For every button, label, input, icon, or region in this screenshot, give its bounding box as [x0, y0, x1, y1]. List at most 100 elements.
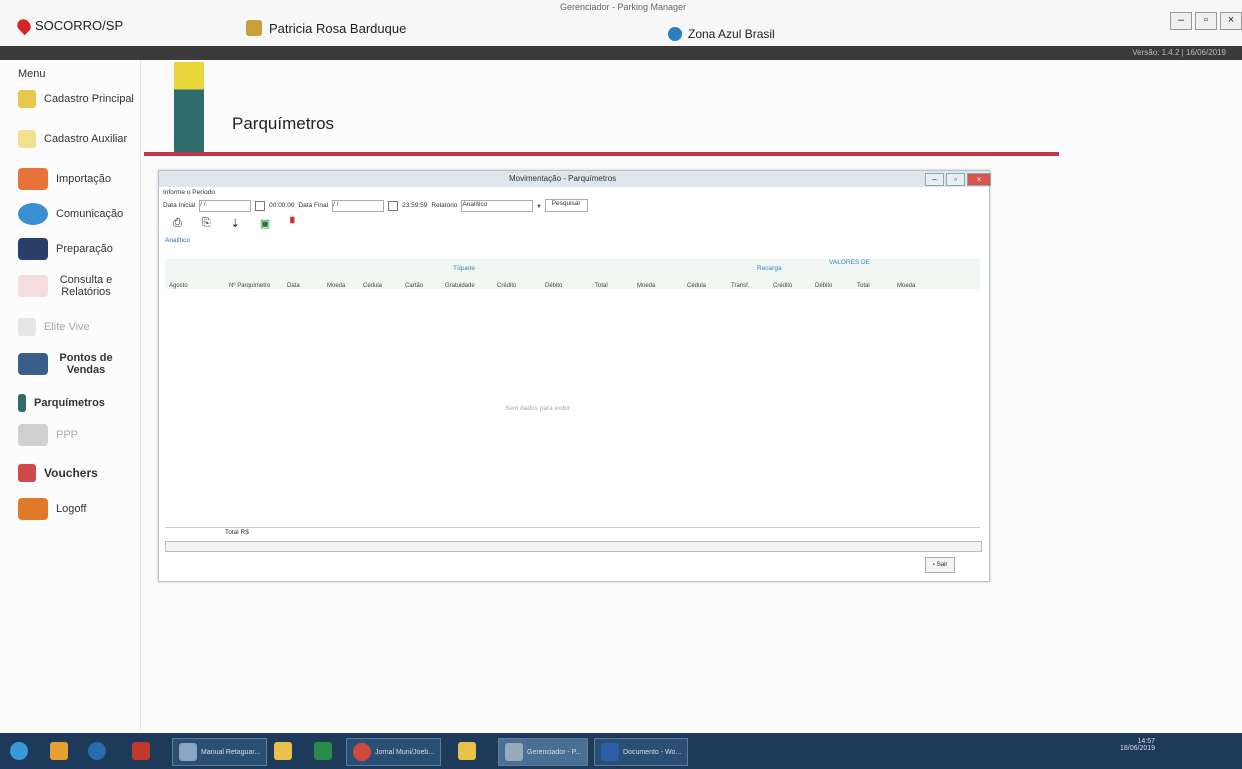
print-icon[interactable]: ⎙: [173, 217, 182, 230]
taskbar-app[interactable]: [132, 738, 150, 764]
app-title: Gerenciador - Parking Manager: [560, 2, 687, 12]
sidebar-item-preparacao[interactable]: Preparação: [18, 238, 113, 260]
ppp-icon: [18, 424, 48, 446]
sidebar-item-comunicacao[interactable]: Comunicação: [18, 203, 123, 225]
word-icon: [601, 743, 619, 761]
empty-grid-text: Sem dados para exibir: [505, 405, 571, 412]
sidebar-item-consulta-relatorios[interactable]: Consulta e Relatórios: [18, 274, 128, 298]
sidebar-item-label: Comunicação: [56, 208, 124, 220]
sidebar-item-cadastro-principal[interactable]: Cadastro Principal: [18, 90, 134, 108]
start-button[interactable]: [10, 738, 28, 764]
exit-button-label: Sair: [936, 562, 948, 568]
excel-icon[interactable]: ▣: [260, 217, 270, 230]
sidebar-item-label: Elite Vive: [44, 321, 90, 333]
taskbar-window-active[interactable]: Gerenciador - P...: [498, 738, 589, 766]
report-select[interactable]: Analítico: [461, 199, 534, 212]
sidebar-menu: Menu Cadastro Principal Cadastro Auxilia…: [0, 60, 141, 730]
taskbar-app[interactable]: [314, 738, 332, 764]
sidebar-item-label: Pontos de Vendas: [59, 352, 113, 376]
total-label: Total R$: [225, 529, 249, 536]
sidebar-item-label: PPP: [56, 429, 79, 441]
sidebar-item-label: Vouchers: [44, 466, 98, 480]
time-end-field[interactable]: 23:59:59: [402, 202, 427, 209]
app-icon: [132, 742, 150, 760]
company-logo-icon: [668, 27, 682, 41]
horizontal-scrollbar[interactable]: [165, 541, 982, 552]
taskbar-window[interactable]: Manual Retaguar...: [172, 738, 268, 766]
minimize-button[interactable]: –: [1170, 12, 1192, 30]
time-start-field[interactable]: 00:00:00: [269, 202, 294, 209]
title-bar: SOCORRO/SP Patricia Rosa Barduque Gerenc…: [0, 0, 1242, 46]
sidebar-item-elite-vive[interactable]: Elite Vive: [18, 318, 90, 336]
export-icon[interactable]: ⇣: [231, 217, 240, 230]
grid-footer: Total R$: [165, 527, 980, 538]
sidebar-item-vouchers[interactable]: Vouchers: [18, 464, 98, 482]
dialog-minimize-button[interactable]: –: [925, 173, 944, 186]
location-pin-icon: [14, 16, 34, 35]
exit-button[interactable]: ▪ Sair: [925, 557, 955, 573]
header-divider: [144, 152, 1059, 156]
company-name: Zona Azul Brasil: [688, 27, 775, 41]
maximize-button[interactable]: ▫: [1195, 12, 1217, 30]
page-title: Parquímetros: [232, 114, 335, 133]
city-label: SOCORRO/SP: [14, 16, 124, 35]
media-icon: [50, 742, 68, 760]
status-strip: Versão: 1.4.2 | 16/06/2019: [0, 46, 1242, 60]
taskbar-app[interactable]: [88, 738, 106, 764]
calendar-icon[interactable]: [388, 200, 399, 211]
sidebar-item-importacao[interactable]: Importação: [18, 168, 111, 190]
taskbar-window[interactable]: Jornal Muni/Joeb...: [346, 738, 442, 766]
filter-row: Data Inicial / / 00:00:00 Data Final / /…: [163, 199, 588, 212]
taskbar-app[interactable]: [458, 738, 476, 764]
sidebar-item-logoff[interactable]: Logoff: [18, 498, 86, 520]
taskbar-app[interactable]: [50, 738, 68, 764]
group-header-tiquete: Tíquete: [453, 265, 476, 272]
sidebar-item-label: Consulta e Relatórios: [59, 274, 113, 298]
search-button[interactable]: Pesquisar: [544, 199, 588, 212]
period-section-label: Informe o Período: [163, 189, 216, 196]
company-label: Zona Azul Brasil: [668, 27, 775, 41]
taskbar-app[interactable]: [274, 738, 292, 764]
dialog-maximize-button[interactable]: ▫: [946, 173, 965, 186]
system-clock[interactable]: 14:57 18/06/2019: [1120, 738, 1155, 764]
parking-meter-icon: [18, 394, 26, 412]
dialog-titlebar: Movimentação - Parquímetros – ▫ ×: [159, 171, 991, 187]
spreadsheet-icon: [314, 742, 332, 760]
exit-icon: ▪: [932, 562, 935, 568]
calendar-icon[interactable]: [255, 200, 266, 211]
browser-icon: [88, 742, 106, 760]
date-start-label: Data Inicial: [163, 202, 196, 209]
dialog-close-button[interactable]: ×: [967, 173, 991, 186]
city-text: SOCORRO/SP: [35, 18, 124, 33]
date-start-field[interactable]: / /: [199, 199, 252, 212]
window-controls: – ▫ ×: [1170, 12, 1242, 30]
print-preview-icon[interactable]: ⎘: [202, 217, 211, 230]
menu-title: Menu: [18, 68, 46, 80]
date-end-label: Data Final: [298, 202, 329, 209]
close-window-button[interactable]: ×: [1220, 12, 1242, 30]
version-info: Versão: 1.4.2 | 16/06/2019: [1132, 48, 1226, 57]
sidebar-item-cadastro-auxiliar[interactable]: Cadastro Auxiliar: [18, 130, 127, 148]
chevron-down-icon[interactable]: ▾: [537, 202, 540, 210]
page-header: Parquímetros: [140, 60, 1060, 160]
sidebar-item-parquimetros[interactable]: Parquímetros: [18, 394, 105, 412]
user-name: Patricia Rosa Barduque: [269, 20, 407, 36]
taskbar-window-label: Manual Retaguar...: [201, 748, 261, 756]
sidebar-item-label: Parquímetros: [34, 397, 105, 409]
sidebar-item-label: Cadastro Auxiliar: [44, 133, 128, 145]
sidebar-item-ppp[interactable]: PPP: [18, 424, 78, 446]
user-label: Patricia Rosa Barduque: [246, 20, 406, 36]
folder-icon: [458, 742, 476, 760]
date-end-field[interactable]: / /: [332, 199, 385, 212]
grid-body[interactable]: Sem dados para exibir: [165, 289, 980, 525]
star-icon: [18, 130, 36, 148]
sidebar-item-label: Cadastro Principal: [44, 93, 134, 105]
mode-tab[interactable]: Analítico: [165, 237, 190, 244]
taskbar-window-label: Jornal Muni/Joeb...: [375, 748, 435, 756]
toolbar: ⎙ ⎘ ⇣ ▣ ▘: [173, 217, 299, 230]
sidebar-item-pontos-de-vendas[interactable]: Pontos de Vendas: [18, 352, 133, 376]
taskbar-window[interactable]: Documento - Wo...: [594, 738, 689, 766]
pdf-icon[interactable]: ▘: [290, 217, 298, 230]
sidebar-item-label: Logoff: [56, 503, 87, 515]
clock-time: 14:57: [1137, 738, 1156, 745]
